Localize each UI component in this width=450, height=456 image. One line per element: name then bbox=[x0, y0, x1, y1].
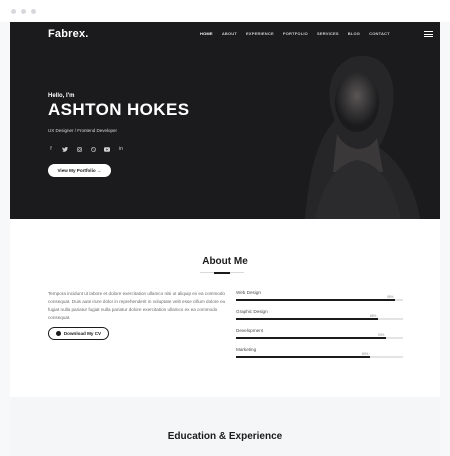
hero-role: UX Designer / Frontend Developer bbox=[48, 128, 118, 133]
skill-fill bbox=[236, 356, 370, 358]
skill-track bbox=[236, 337, 403, 339]
skill-label: Marketing bbox=[236, 347, 257, 352]
youtube-icon[interactable] bbox=[103, 145, 111, 153]
skill-development: Development 90% bbox=[236, 328, 403, 347]
skill-fill bbox=[236, 299, 395, 301]
hamburger-icon[interactable] bbox=[424, 31, 433, 37]
skill-fill bbox=[236, 318, 378, 320]
nav-portfolio[interactable]: PORTFOLIO bbox=[283, 31, 308, 36]
about-text: Tempora incidunt ut labore et dolore exe… bbox=[48, 291, 226, 320]
skill-graphic-design: Graphic Design 85% bbox=[236, 309, 403, 328]
skills-list: Web Design 95% Graphic Design 85% Develo… bbox=[236, 290, 403, 366]
download-icon bbox=[55, 331, 61, 336]
education-section: Education & Experience bbox=[10, 397, 440, 456]
window-dot-icon bbox=[11, 9, 16, 14]
dribbble-icon[interactable] bbox=[89, 145, 97, 153]
download-cv-label: Download My CV bbox=[63, 331, 102, 336]
skill-fill bbox=[236, 337, 386, 339]
download-cv-button[interactable]: Download My CV bbox=[48, 327, 109, 340]
nav-contact[interactable]: CONTACT bbox=[369, 31, 390, 36]
facebook-icon[interactable]: f bbox=[47, 145, 55, 153]
brand-logo[interactable]: Fabrex. bbox=[48, 28, 89, 40]
social-links: f in bbox=[47, 145, 131, 153]
about-divider bbox=[200, 271, 244, 274]
about-title: About Me bbox=[202, 256, 248, 267]
instagram-icon[interactable] bbox=[75, 145, 83, 153]
hero-greeting: Hello, I'm bbox=[48, 93, 75, 99]
skill-marketing: Marketing 80% bbox=[236, 347, 403, 366]
twitter-icon[interactable] bbox=[61, 145, 69, 153]
skill-web-design: Web Design 95% bbox=[236, 290, 403, 309]
skill-track bbox=[236, 356, 403, 358]
hero-portrait bbox=[275, 42, 440, 219]
page: Fabrex. HOME ABOUT EXPERIENCE PORTFOLIO … bbox=[10, 22, 440, 456]
skill-label: Graphic Design bbox=[236, 309, 268, 314]
view-portfolio-button[interactable]: View My Portfolio → bbox=[48, 164, 111, 177]
nav-blog[interactable]: BLOG bbox=[348, 31, 360, 36]
hero-name: ASHTON HOKES bbox=[48, 100, 190, 119]
skill-label: Web Design bbox=[236, 290, 261, 295]
nav-experience[interactable]: EXPERIENCE bbox=[246, 31, 274, 36]
browser-chrome bbox=[0, 0, 450, 22]
nav-services[interactable]: SERVICES bbox=[317, 31, 339, 36]
education-title: Education & Experience bbox=[167, 431, 283, 442]
hero-section: Fabrex. HOME ABOUT EXPERIENCE PORTFOLIO … bbox=[10, 22, 440, 219]
skill-label: Development bbox=[236, 328, 264, 333]
main-nav: HOME ABOUT EXPERIENCE PORTFOLIO SERVICES… bbox=[200, 31, 399, 36]
skill-track bbox=[236, 318, 403, 320]
nav-home[interactable]: HOME bbox=[200, 31, 213, 36]
linkedin-icon[interactable]: in bbox=[117, 145, 125, 153]
nav-about[interactable]: ABOUT bbox=[222, 31, 237, 36]
window-dot-icon bbox=[31, 9, 36, 14]
window-dot-icon bbox=[21, 9, 26, 14]
skill-track bbox=[236, 299, 403, 301]
